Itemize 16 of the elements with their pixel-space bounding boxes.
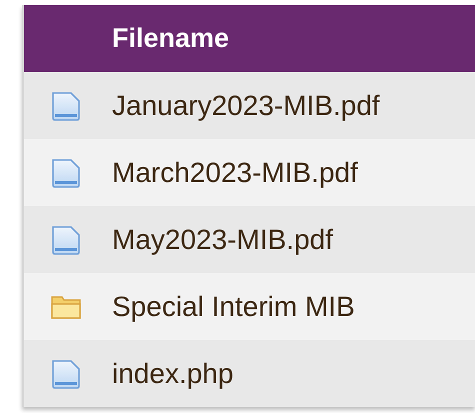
- file-row[interactable]: May2023-MIB.pdf: [24, 206, 475, 273]
- column-header: Filename: [112, 23, 230, 54]
- document-icon: [50, 156, 82, 188]
- file-name[interactable]: Special Interim MIB: [112, 290, 355, 322]
- folder-icon: [50, 294, 82, 320]
- file-name[interactable]: May2023-MIB.pdf: [112, 224, 333, 256]
- document-icon: [50, 224, 82, 256]
- file-name[interactable]: January2023-MIB.pdf: [112, 90, 380, 122]
- file-row[interactable]: index.php: [24, 340, 475, 407]
- document-icon: [50, 90, 82, 122]
- file-row[interactable]: January2023-MIB.pdf: [24, 72, 475, 139]
- file-row[interactable]: March2023-MIB.pdf: [24, 139, 475, 206]
- document-icon: [50, 358, 82, 390]
- file-name[interactable]: index.php: [112, 358, 234, 390]
- file-name[interactable]: March2023-MIB.pdf: [112, 156, 358, 188]
- file-row[interactable]: Special Interim MIB: [24, 273, 475, 340]
